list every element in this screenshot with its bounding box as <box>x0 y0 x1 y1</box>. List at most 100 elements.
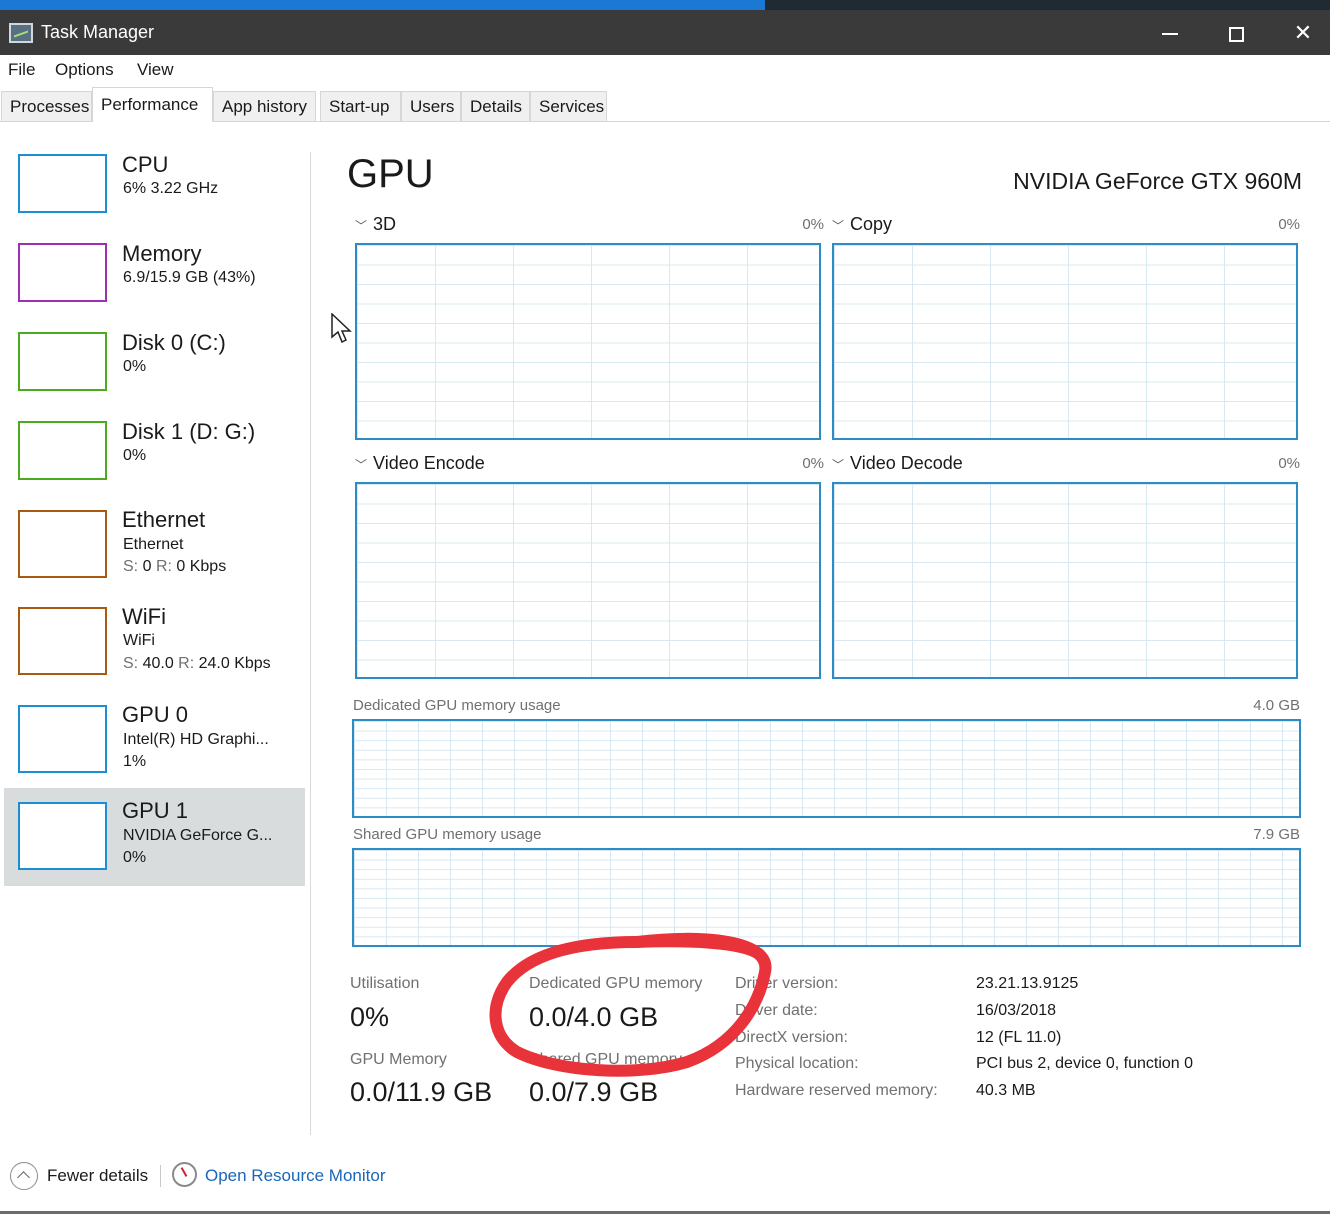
footer-bar: Fewer details Open Resource Monitor <box>0 1135 1330 1214</box>
engine-selector-video-encode[interactable]: ﹀ Video Encode <box>355 453 485 474</box>
maximize-icon <box>1228 26 1244 42</box>
sidebar-item-value: 0% <box>123 849 147 866</box>
gpu-memory-value: 0.0/11.9 GB <box>350 1077 493 1107</box>
chevron-up-icon[interactable] <box>10 1162 38 1190</box>
sidebar-item-cpu[interactable]: CPU 6% 3.22 GHz <box>4 145 305 241</box>
engine-selector-copy[interactable]: ﹀ Copy <box>832 214 892 235</box>
physical-location-value: PCI bus 2, device 0, function 0 <box>976 1055 1194 1072</box>
sidebar-item-label: Disk 0 (C:) <box>122 330 226 355</box>
driver-version-value: 23.21.13.9125 <box>976 975 1079 992</box>
title-bar[interactable]: Task Manager ✕ <box>0 10 1330 55</box>
gpu-0-thumbnail-graph <box>18 705 107 773</box>
open-resource-monitor-link[interactable]: Open Resource Monitor <box>205 1166 385 1186</box>
engine-selector-video-decode[interactable]: ﹀ Video Decode <box>832 453 963 474</box>
sidebar-item-label: CPU <box>122 152 169 177</box>
graph-video-encode <box>355 482 821 679</box>
tab-app-history[interactable]: App history <box>213 91 316 121</box>
receive-value: 0 Kbps <box>176 558 227 575</box>
ethernet-thumbnail-graph <box>18 510 107 578</box>
engine-label: Copy <box>850 214 893 234</box>
sidebar-item-adapter: Ethernet <box>123 536 184 553</box>
graph-3d <box>355 243 821 440</box>
sidebar-item-throughput: S: 0 R: 0 Kbps <box>123 558 226 576</box>
chevron-down-icon: ﹀ <box>355 457 368 472</box>
hardware-reserved-memory-label: Hardware reserved memory: <box>735 1082 938 1099</box>
tab-start-up[interactable]: Start-up <box>320 91 401 121</box>
engine-selector-3d[interactable]: ﹀ 3D <box>355 214 396 235</box>
chevron-down-icon: ﹀ <box>832 218 845 233</box>
sidebar-item-value: 1% <box>123 753 147 770</box>
maximize-button[interactable] <box>1203 10 1269 55</box>
tab-details[interactable]: Details <box>461 91 530 121</box>
minimize-icon <box>1162 33 1178 36</box>
fewer-details-button[interactable]: Fewer details <box>47 1166 148 1186</box>
receive-value: 24.0 Kbps <box>198 655 271 672</box>
engine-percent: 0% <box>802 455 824 472</box>
dedicated-graph-max: 4.0 GB <box>1253 697 1300 714</box>
sidebar-item-adapter: WiFi <box>123 632 155 649</box>
menu-options[interactable]: Options <box>55 60 114 80</box>
chevron-down-icon: ﹀ <box>832 457 845 472</box>
driver-date-value: 16/03/2018 <box>976 1002 1057 1019</box>
sidebar-item-adapter: Intel(R) HD Graphi... <box>123 731 269 748</box>
cpu-thumbnail-graph <box>18 154 107 213</box>
tab-bar: Processes Performance App history Start-… <box>0 85 1330 122</box>
engine-label: Video Encode <box>373 453 485 473</box>
memory-thumbnail-graph <box>18 243 107 302</box>
gpu-memory-label: GPU Memory <box>350 1051 447 1068</box>
sidebar-item-disk-0[interactable]: Disk 0 (C:) 0% <box>4 323 305 419</box>
receive-label: R: <box>178 655 195 672</box>
tab-performance[interactable]: Performance <box>92 87 213 122</box>
minimize-button[interactable] <box>1137 10 1203 55</box>
menu-file[interactable]: File <box>8 60 35 80</box>
graph-dedicated-memory <box>352 719 1301 818</box>
graph-copy <box>832 243 1298 440</box>
sidebar-item-ethernet[interactable]: Ethernet Ethernet S: 0 R: 0 Kbps <box>4 502 305 598</box>
desktop-strip <box>0 0 1330 10</box>
gpu-model-name: NVIDIA GeForce GTX 960M <box>1013 168 1302 194</box>
tab-services[interactable]: Services <box>530 91 607 121</box>
shared-graph-label: Shared GPU memory usage <box>353 826 542 843</box>
engine-percent: 0% <box>802 216 824 233</box>
sidebar-item-wifi[interactable]: WiFi WiFi S: 40.0 R: 24.0 Kbps <box>4 600 305 696</box>
desktop-strip-blue <box>0 0 765 10</box>
chevron-down-icon: ﹀ <box>355 218 368 233</box>
send-value: 40.0 <box>142 655 174 672</box>
wifi-thumbnail-graph <box>18 607 107 675</box>
graph-video-decode <box>832 482 1298 679</box>
window-title: Task Manager <box>41 22 155 42</box>
sidebar-item-label: Memory <box>122 241 202 266</box>
footer-separator <box>160 1165 161 1187</box>
sidebar-item-gpu-1[interactable]: GPU 1 NVIDIA GeForce G... 0% <box>4 788 305 886</box>
sidebar-item-memory[interactable]: Memory 6.9/15.9 GB (43%) <box>4 234 305 330</box>
tab-users[interactable]: Users <box>401 91 461 121</box>
tab-processes[interactable]: Processes <box>1 91 92 121</box>
panel-divider[interactable] <box>310 152 311 1135</box>
mouse-cursor-icon <box>331 313 352 344</box>
shared-graph-max: 7.9 GB <box>1253 826 1300 843</box>
engine-percent: 0% <box>1278 455 1300 472</box>
sidebar-item-disk-1[interactable]: Disk 1 (D: G:) 0% <box>4 412 305 508</box>
receive-label: R: <box>155 558 172 575</box>
red-circle-annotation <box>489 932 772 1077</box>
sidebar-item-value: 0% <box>123 358 147 375</box>
sidebar-item-value: 6% 3.22 GHz <box>123 180 219 197</box>
sidebar-item-label: Disk 1 (D: G:) <box>122 419 256 444</box>
shared-memory-value: 0.0/7.9 GB <box>529 1077 659 1107</box>
sidebar-item-label: Ethernet <box>122 507 206 532</box>
close-button[interactable]: ✕ <box>1270 10 1330 55</box>
utilisation-value: 0% <box>350 1002 390 1032</box>
page-title: GPU <box>347 152 434 196</box>
send-label: S: <box>123 655 139 672</box>
send-label: S: <box>123 558 139 575</box>
sidebar-item-value: 0% <box>123 447 147 464</box>
menu-bar: File Options View <box>0 55 1330 85</box>
engine-label: 3D <box>373 214 397 234</box>
hardware-reserved-memory-value: 40.3 MB <box>976 1082 1036 1099</box>
close-icon: ✕ <box>1293 20 1313 45</box>
disk-1-thumbnail-graph <box>18 421 107 480</box>
sidebar-item-gpu-0[interactable]: GPU 0 Intel(R) HD Graphi... 1% <box>4 696 305 792</box>
resource-monitor-icon[interactable] <box>172 1162 197 1187</box>
directx-version-value: 12 (FL 11.0) <box>976 1029 1062 1046</box>
menu-view[interactable]: View <box>137 60 174 80</box>
